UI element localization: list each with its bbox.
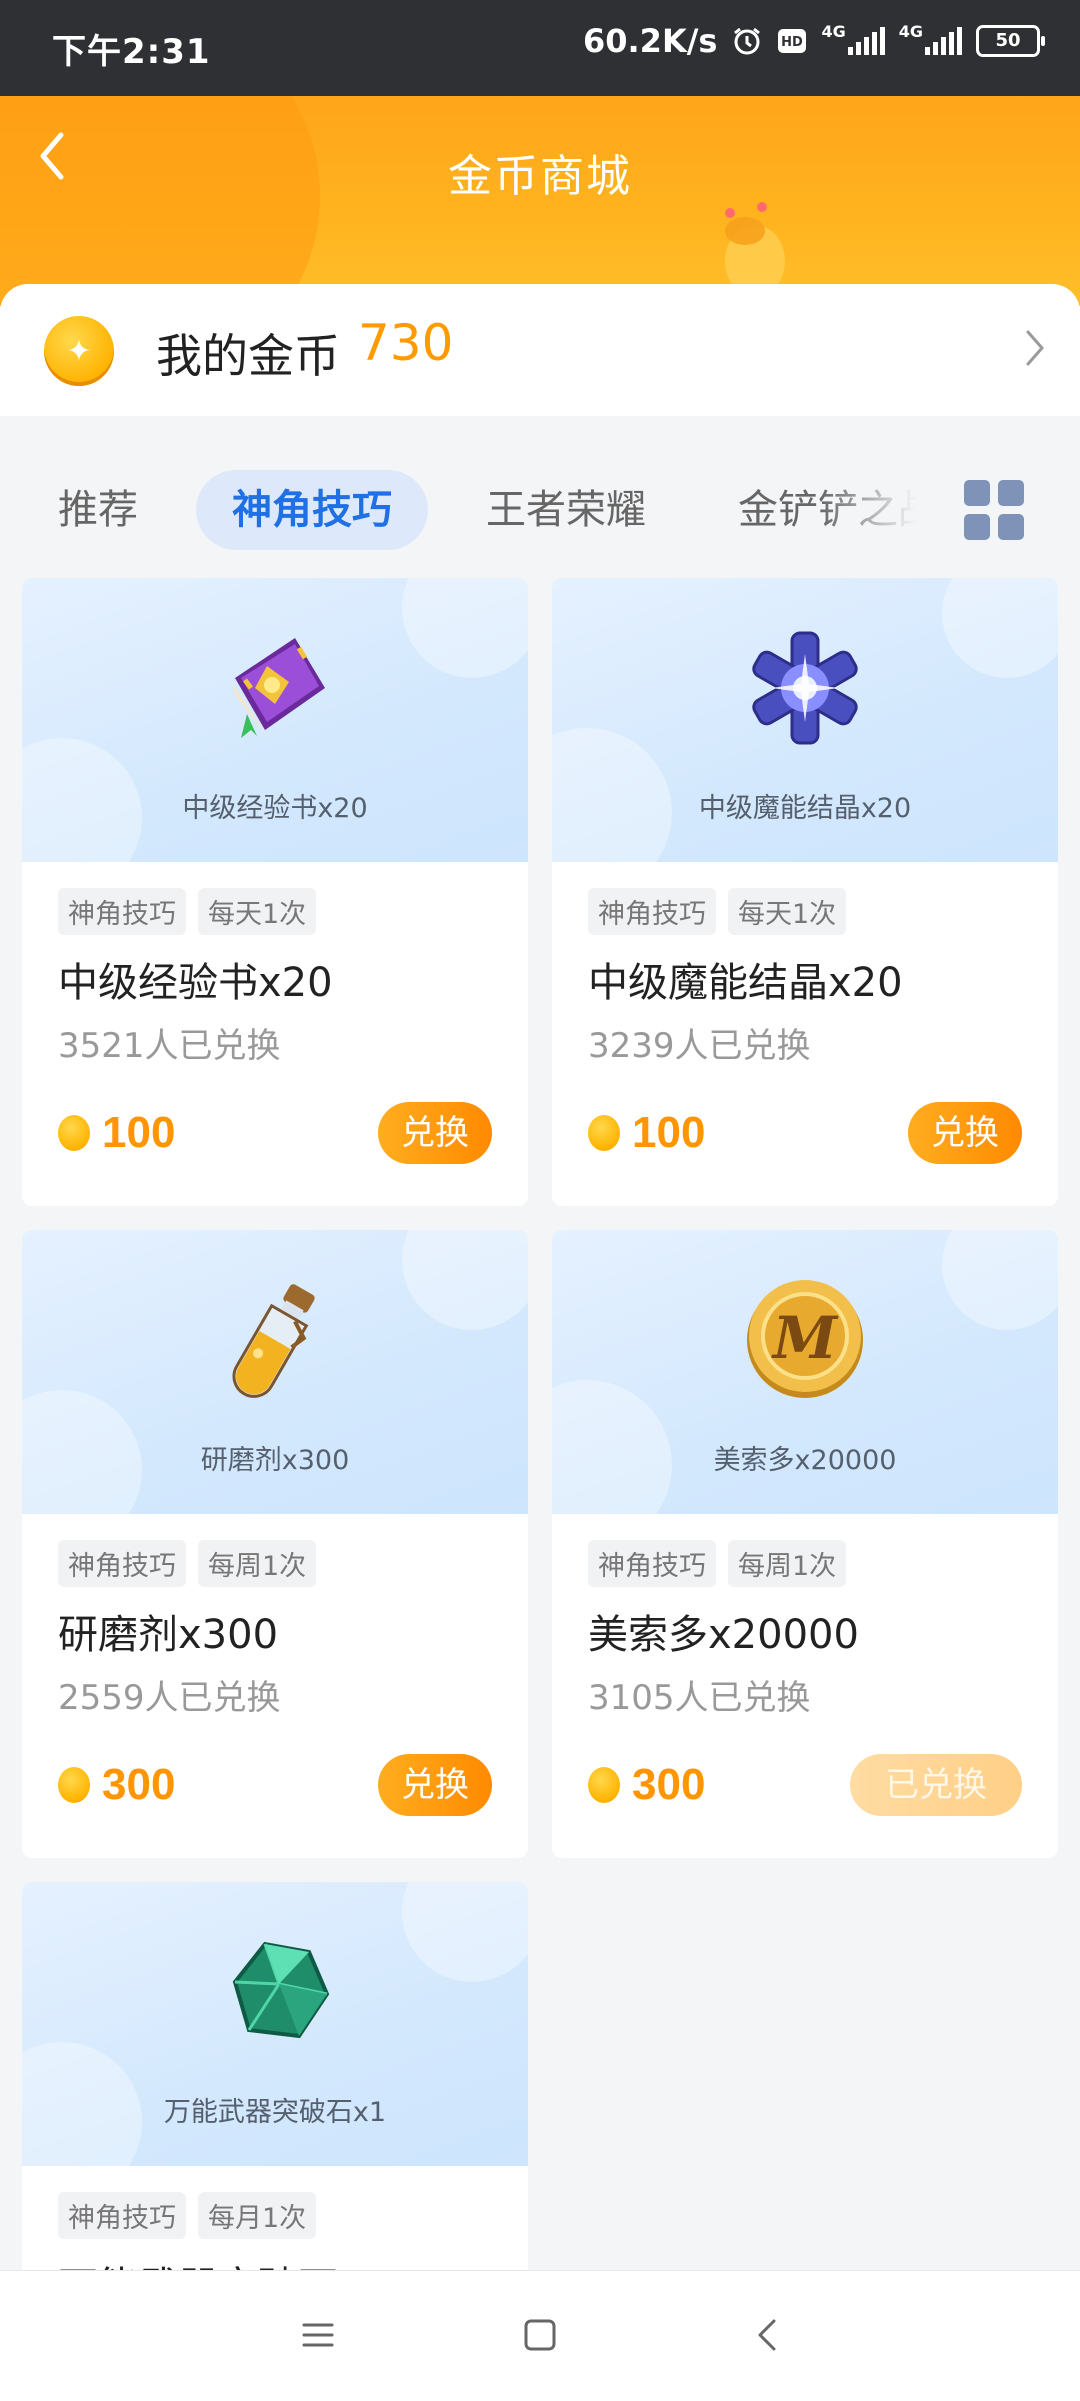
signal-icon-2: 4G (899, 22, 962, 55)
status-bar: 下午2:31 60.2K/s HD 4G 4G 50 (0, 0, 1080, 96)
product-price: 100 (58, 1108, 175, 1158)
product-price: 300 (58, 1760, 175, 1810)
redeem-count: 3239人已兑换 (588, 1026, 811, 1066)
category-tag: 神角技巧 (58, 2192, 186, 2239)
coin-balance-row[interactable]: ✦ 我的金币 730 (0, 284, 1080, 416)
price-value: 100 (632, 1108, 706, 1157)
svg-text:M: M (771, 1304, 839, 1372)
price-value: 300 (102, 1760, 176, 1809)
tab-recommend[interactable]: 推荐 (58, 470, 138, 550)
page-header: 金币商城 (0, 96, 1080, 306)
redeem-button[interactable]: 兑换 (378, 1102, 492, 1164)
product-caption: 中级经验书x20 (182, 793, 368, 824)
gold-coin-m-icon: M (735, 1270, 875, 1410)
green-gem-icon (205, 1922, 345, 2062)
chevron-right-icon (1024, 328, 1048, 372)
coin-icon (58, 1767, 90, 1803)
product-card[interactable]: 中级魔能结晶x20 神角技巧 每天1次 中级魔能结晶x20 3239人已兑换 1… (552, 578, 1058, 1206)
product-card[interactable]: 研磨剂x300 神角技巧 每周1次 研磨剂x300 2559人已兑换 300 兑… (22, 1230, 528, 1858)
alarm-icon (731, 25, 763, 57)
page-title: 金币商城 (448, 151, 632, 202)
redeem-button[interactable]: 兑换 (378, 1754, 492, 1816)
blue-crystal-icon (735, 618, 875, 758)
product-caption: 研磨剂x300 (200, 1445, 350, 1476)
product-banner: 万能武器突破石x1 (22, 1882, 528, 2166)
redeem-button[interactable]: 兑换 (908, 1102, 1022, 1164)
battery-icon: 50 (976, 25, 1045, 57)
category-tabs: 推荐 神角技巧 王者荣耀 金铲铲之战 (0, 416, 1080, 576)
product-card[interactable]: 中级经验书x20 神角技巧 每天1次 中级经验书x20 3521人已兑换 100… (22, 578, 528, 1206)
product-price: 100 (588, 1108, 705, 1158)
status-icons: 60.2K/s HD 4G 4G 50 (582, 22, 1045, 60)
product-name: 研磨剂x300 (58, 1612, 279, 1658)
potion-bottle-icon (205, 1270, 345, 1410)
product-price: 300 (588, 1760, 705, 1810)
grid-menu-icon[interactable] (964, 480, 1024, 540)
svg-text:HD: HD (782, 35, 804, 50)
product-banner: M 美索多x20000 (552, 1230, 1058, 1514)
redeem-count: 3521人已兑换 (58, 1026, 281, 1066)
coin-icon (588, 1767, 620, 1803)
status-time: 下午2:31 (52, 32, 211, 72)
price-value: 300 (632, 1760, 706, 1809)
product-name: 中级经验书x20 (58, 960, 333, 1006)
system-nav-bar (0, 2270, 1080, 2401)
purple-book-icon (205, 618, 345, 758)
coin-icon (58, 1115, 90, 1151)
coin-icon (588, 1115, 620, 1151)
frequency-tag: 每月1次 (198, 2192, 317, 2239)
product-caption: 中级魔能结晶x20 (698, 793, 912, 824)
menu-icon[interactable] (300, 2317, 336, 2357)
category-tag: 神角技巧 (588, 1540, 716, 1587)
redeemed-button: 已兑换 (850, 1754, 1022, 1816)
redeem-count: 2559人已兑换 (58, 1678, 281, 1718)
product-caption: 万能武器突破石x1 (163, 2097, 387, 2128)
product-banner: 中级魔能结晶x20 (552, 578, 1058, 862)
product-caption: 美索多x20000 (713, 1445, 897, 1476)
category-tag: 神角技巧 (588, 888, 716, 935)
gold-coin-icon: ✦ (44, 316, 114, 386)
redeem-count: 3105人已兑换 (588, 1678, 811, 1718)
signal-icon-1: 4G (821, 22, 885, 55)
tabs-fade (820, 456, 940, 566)
hd-icon: HD (777, 28, 807, 54)
net-speed: 60.2K/s (582, 22, 718, 60)
product-card[interactable]: 万能武器突破石x1 神角技巧 每月1次 万能武器突破石x1 (22, 1882, 528, 2312)
tab-shenjiao-skills[interactable]: 神角技巧 (196, 470, 428, 550)
product-name: 美索多x20000 (588, 1612, 859, 1658)
product-name: 中级魔能结晶x20 (588, 960, 903, 1006)
category-tag: 神角技巧 (58, 1540, 186, 1587)
frequency-tag: 每天1次 (728, 888, 847, 935)
coin-label: 我的金币 (156, 329, 340, 383)
price-value: 100 (102, 1108, 176, 1157)
frequency-tag: 每周1次 (728, 1540, 847, 1587)
back-icon[interactable] (752, 2317, 782, 2357)
tab-honor-of-kings[interactable]: 王者荣耀 (486, 470, 646, 550)
product-banner: 研磨剂x300 (22, 1230, 528, 1514)
category-tag: 神角技巧 (58, 888, 186, 935)
frequency-tag: 每周1次 (198, 1540, 317, 1587)
home-icon[interactable] (522, 2317, 558, 2357)
product-banner: 中级经验书x20 (22, 578, 528, 862)
frequency-tag: 每天1次 (198, 888, 317, 935)
coin-value: 730 (358, 314, 454, 372)
product-card[interactable]: M 美索多x20000 神角技巧 每周1次 美索多x20000 3105人已兑换… (552, 1230, 1058, 1858)
